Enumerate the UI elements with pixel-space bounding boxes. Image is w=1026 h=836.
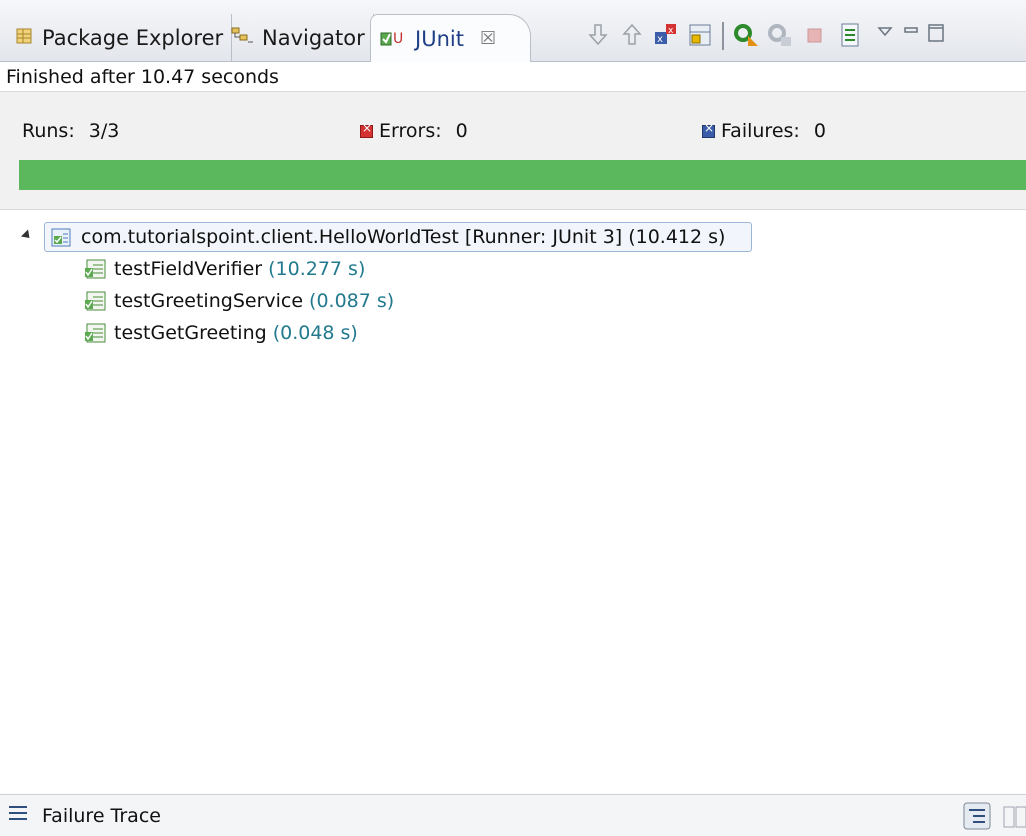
test-name: testFieldVerifier <box>114 258 263 280</box>
next-failure-icon[interactable] <box>584 20 612 50</box>
tab-package-explorer[interactable]: Package Explorer <box>6 14 233 62</box>
failure-icon <box>702 121 715 138</box>
suite-name: com.tutorialspoint.client.HelloWorldTest… <box>81 226 623 248</box>
svg-text:x: x <box>668 26 674 36</box>
test-suite-passed-icon <box>51 226 73 248</box>
failures-counter: Failures: 0 <box>702 120 826 142</box>
view-tab-bar: Package Explorer Navigator U JUnit ☒ xx <box>0 0 1026 62</box>
failures-value: 0 <box>813 120 826 142</box>
svg-text:x: x <box>657 34 663 45</box>
errors-counter: Errors: 0 <box>360 120 468 142</box>
tab-label: Navigator <box>262 26 365 50</box>
runs-counter: Runs: 3/3 <box>22 120 119 142</box>
test-time: (0.087 s) <box>309 290 395 312</box>
rerun-test-icon[interactable] <box>732 20 760 50</box>
test-passed-icon <box>84 258 106 280</box>
test-case-node[interactable]: testGetGreeting (0.048 s) <box>84 318 358 348</box>
stop-icon[interactable] <box>800 20 828 50</box>
failures-label: Failures: <box>721 120 800 142</box>
test-passed-icon <box>84 322 106 344</box>
compare-result-icon[interactable] <box>1002 803 1026 836</box>
runs-label: Runs: <box>22 120 75 142</box>
filter-stack-trace-icon[interactable] <box>962 801 992 836</box>
progress-bar <box>19 160 1026 190</box>
test-time: (0.048 s) <box>272 322 358 344</box>
close-tab-icon[interactable]: ☒ <box>480 28 496 49</box>
suite-time: (10.412 s) <box>628 226 726 248</box>
toolbar-separator <box>722 22 724 50</box>
test-time: (10.277 s) <box>268 258 366 280</box>
tab-label: JUnit <box>415 26 464 51</box>
tab-label: Package Explorer <box>42 26 224 50</box>
previous-failure-icon[interactable] <box>618 20 646 50</box>
failure-trace-icon <box>8 804 28 827</box>
test-suite-node[interactable]: com.tutorialspoint.client.HelloWorldTest… <box>44 222 752 252</box>
test-name: testGetGreeting <box>114 322 267 344</box>
test-run-history-icon[interactable] <box>836 20 864 50</box>
run-status-text: Finished after 10.47 seconds <box>0 62 1026 92</box>
error-icon <box>360 121 373 138</box>
errors-value: 0 <box>455 120 468 142</box>
test-case-node[interactable]: testFieldVerifier (10.277 s) <box>84 254 365 284</box>
tab-navigator[interactable]: Navigator <box>222 14 374 62</box>
show-failures-only-icon[interactable]: xx <box>652 20 680 50</box>
test-passed-icon <box>84 290 106 312</box>
test-tree[interactable]: com.tutorialspoint.client.HelloWorldTest… <box>0 210 1026 794</box>
failure-trace-label: Failure Trace <box>42 804 161 827</box>
scroll-lock-icon[interactable] <box>686 20 714 50</box>
rerun-failed-first-icon[interactable] <box>766 20 794 50</box>
tab-junit[interactable]: U JUnit ☒ <box>370 14 532 62</box>
navigator-icon <box>230 26 254 51</box>
counters-panel: Runs: 3/3 Errors: 0 Failures: 0 <box>0 92 1026 210</box>
errors-label: Errors: <box>379 120 442 142</box>
test-case-node[interactable]: testGreetingService (0.087 s) <box>84 286 394 316</box>
runs-value: 3/3 <box>88 120 120 142</box>
expand-collapse-icon[interactable] <box>20 229 34 242</box>
failure-trace-header: Failure Trace <box>0 794 1026 836</box>
test-name: testGreetingService <box>114 290 304 312</box>
package-explorer-icon <box>14 26 34 51</box>
junit-icon: U <box>379 25 407 52</box>
junit-toolbar: xx <box>584 20 1024 52</box>
view-menu-icon[interactable] <box>874 20 902 50</box>
maximize-icon[interactable] <box>924 20 952 50</box>
svg-text:U: U <box>393 31 403 47</box>
